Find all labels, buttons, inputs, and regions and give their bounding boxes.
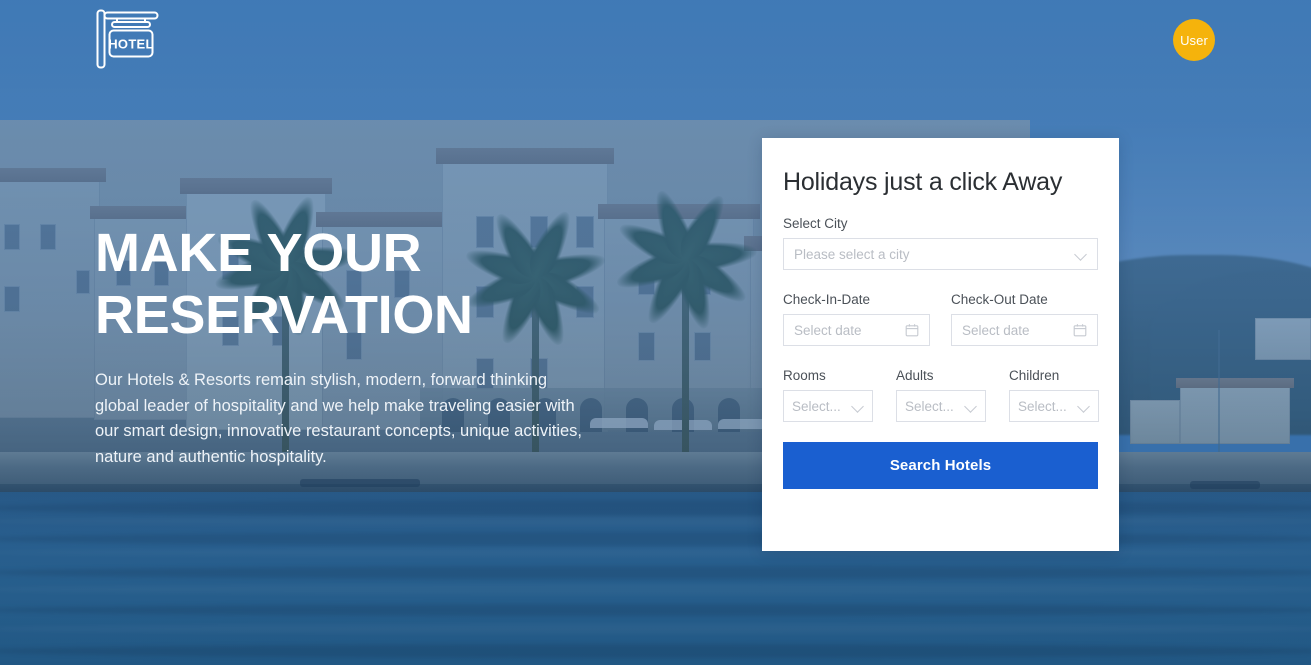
chevron-down-icon	[1078, 400, 1090, 412]
hotel-booking-landing-page: HOTEL HOTEL User MAKE YOUR RESERVATION O…	[0, 0, 1311, 665]
children-select[interactable]: Select...	[1009, 390, 1099, 422]
search-hotels-button[interactable]: Search Hotels	[783, 442, 1098, 489]
check-out-field-group: Check-Out Date Select date	[951, 292, 1098, 346]
hero-title-line-2: RESERVATION	[95, 285, 473, 345]
city-field-group: Select City Please select a city	[783, 216, 1098, 270]
check-in-field-label: Check-In-Date	[783, 292, 871, 307]
booking-card-title: Holidays just a click Away	[783, 168, 1063, 196]
hero-description: Our Hotels & Resorts remain stylish, mod…	[95, 371, 583, 466]
page-title: MAKE YOUR RESERVATION	[95, 222, 615, 346]
rooms-select[interactable]: Select...	[783, 390, 873, 422]
rooms-field-label: Rooms	[783, 368, 826, 383]
city-field-label: Select City	[783, 216, 848, 231]
dates-row: Check-In-Date Select date Check-Out Date	[783, 292, 1098, 346]
occupancy-row: Rooms Select... Adults Select... Childre…	[783, 368, 1099, 422]
check-in-placeholder: Select date	[794, 322, 862, 338]
calendar-icon	[905, 323, 919, 337]
avatar-label: User	[1180, 32, 1208, 48]
adults-select[interactable]: Select...	[896, 390, 986, 422]
children-field-group: Children Select...	[1009, 368, 1099, 422]
children-placeholder: Select...	[1018, 398, 1067, 414]
hero-title-line-1: MAKE YOUR	[95, 223, 422, 283]
booking-search-card: Holidays just a click Away Select City P…	[762, 138, 1119, 551]
chevron-down-icon	[965, 400, 977, 412]
check-out-placeholder: Select date	[962, 322, 1030, 338]
user-avatar[interactable]: User	[1173, 19, 1215, 61]
site-header: HOTEL HOTEL User	[0, 0, 1311, 80]
svg-text:HOTEL: HOTEL	[108, 37, 154, 52]
chevron-down-icon	[852, 400, 864, 412]
check-in-date-input[interactable]: Select date	[783, 314, 930, 346]
hero-text-block: MAKE YOUR RESERVATION Our Hotels & Resor…	[95, 222, 615, 470]
check-in-field-group: Check-In-Date Select date	[783, 292, 930, 346]
calendar-icon	[1073, 323, 1087, 337]
children-field-label: Children	[1009, 368, 1060, 383]
search-hotels-label: Search Hotels	[889, 457, 992, 474]
adults-field-label: Adults	[896, 368, 934, 383]
hotel-sign-icon[interactable]: HOTEL HOTEL	[95, 8, 161, 70]
city-select[interactable]: Please select a city	[783, 238, 1098, 270]
adults-field-group: Adults Select...	[896, 368, 986, 422]
city-select-placeholder: Please select a city	[794, 246, 910, 262]
rooms-placeholder: Select...	[792, 398, 841, 414]
adults-placeholder: Select...	[905, 398, 954, 414]
check-out-field-label: Check-Out Date	[951, 292, 1048, 307]
check-out-date-input[interactable]: Select date	[951, 314, 1098, 346]
chevron-down-icon	[1075, 248, 1087, 260]
rooms-field-group: Rooms Select...	[783, 368, 873, 422]
